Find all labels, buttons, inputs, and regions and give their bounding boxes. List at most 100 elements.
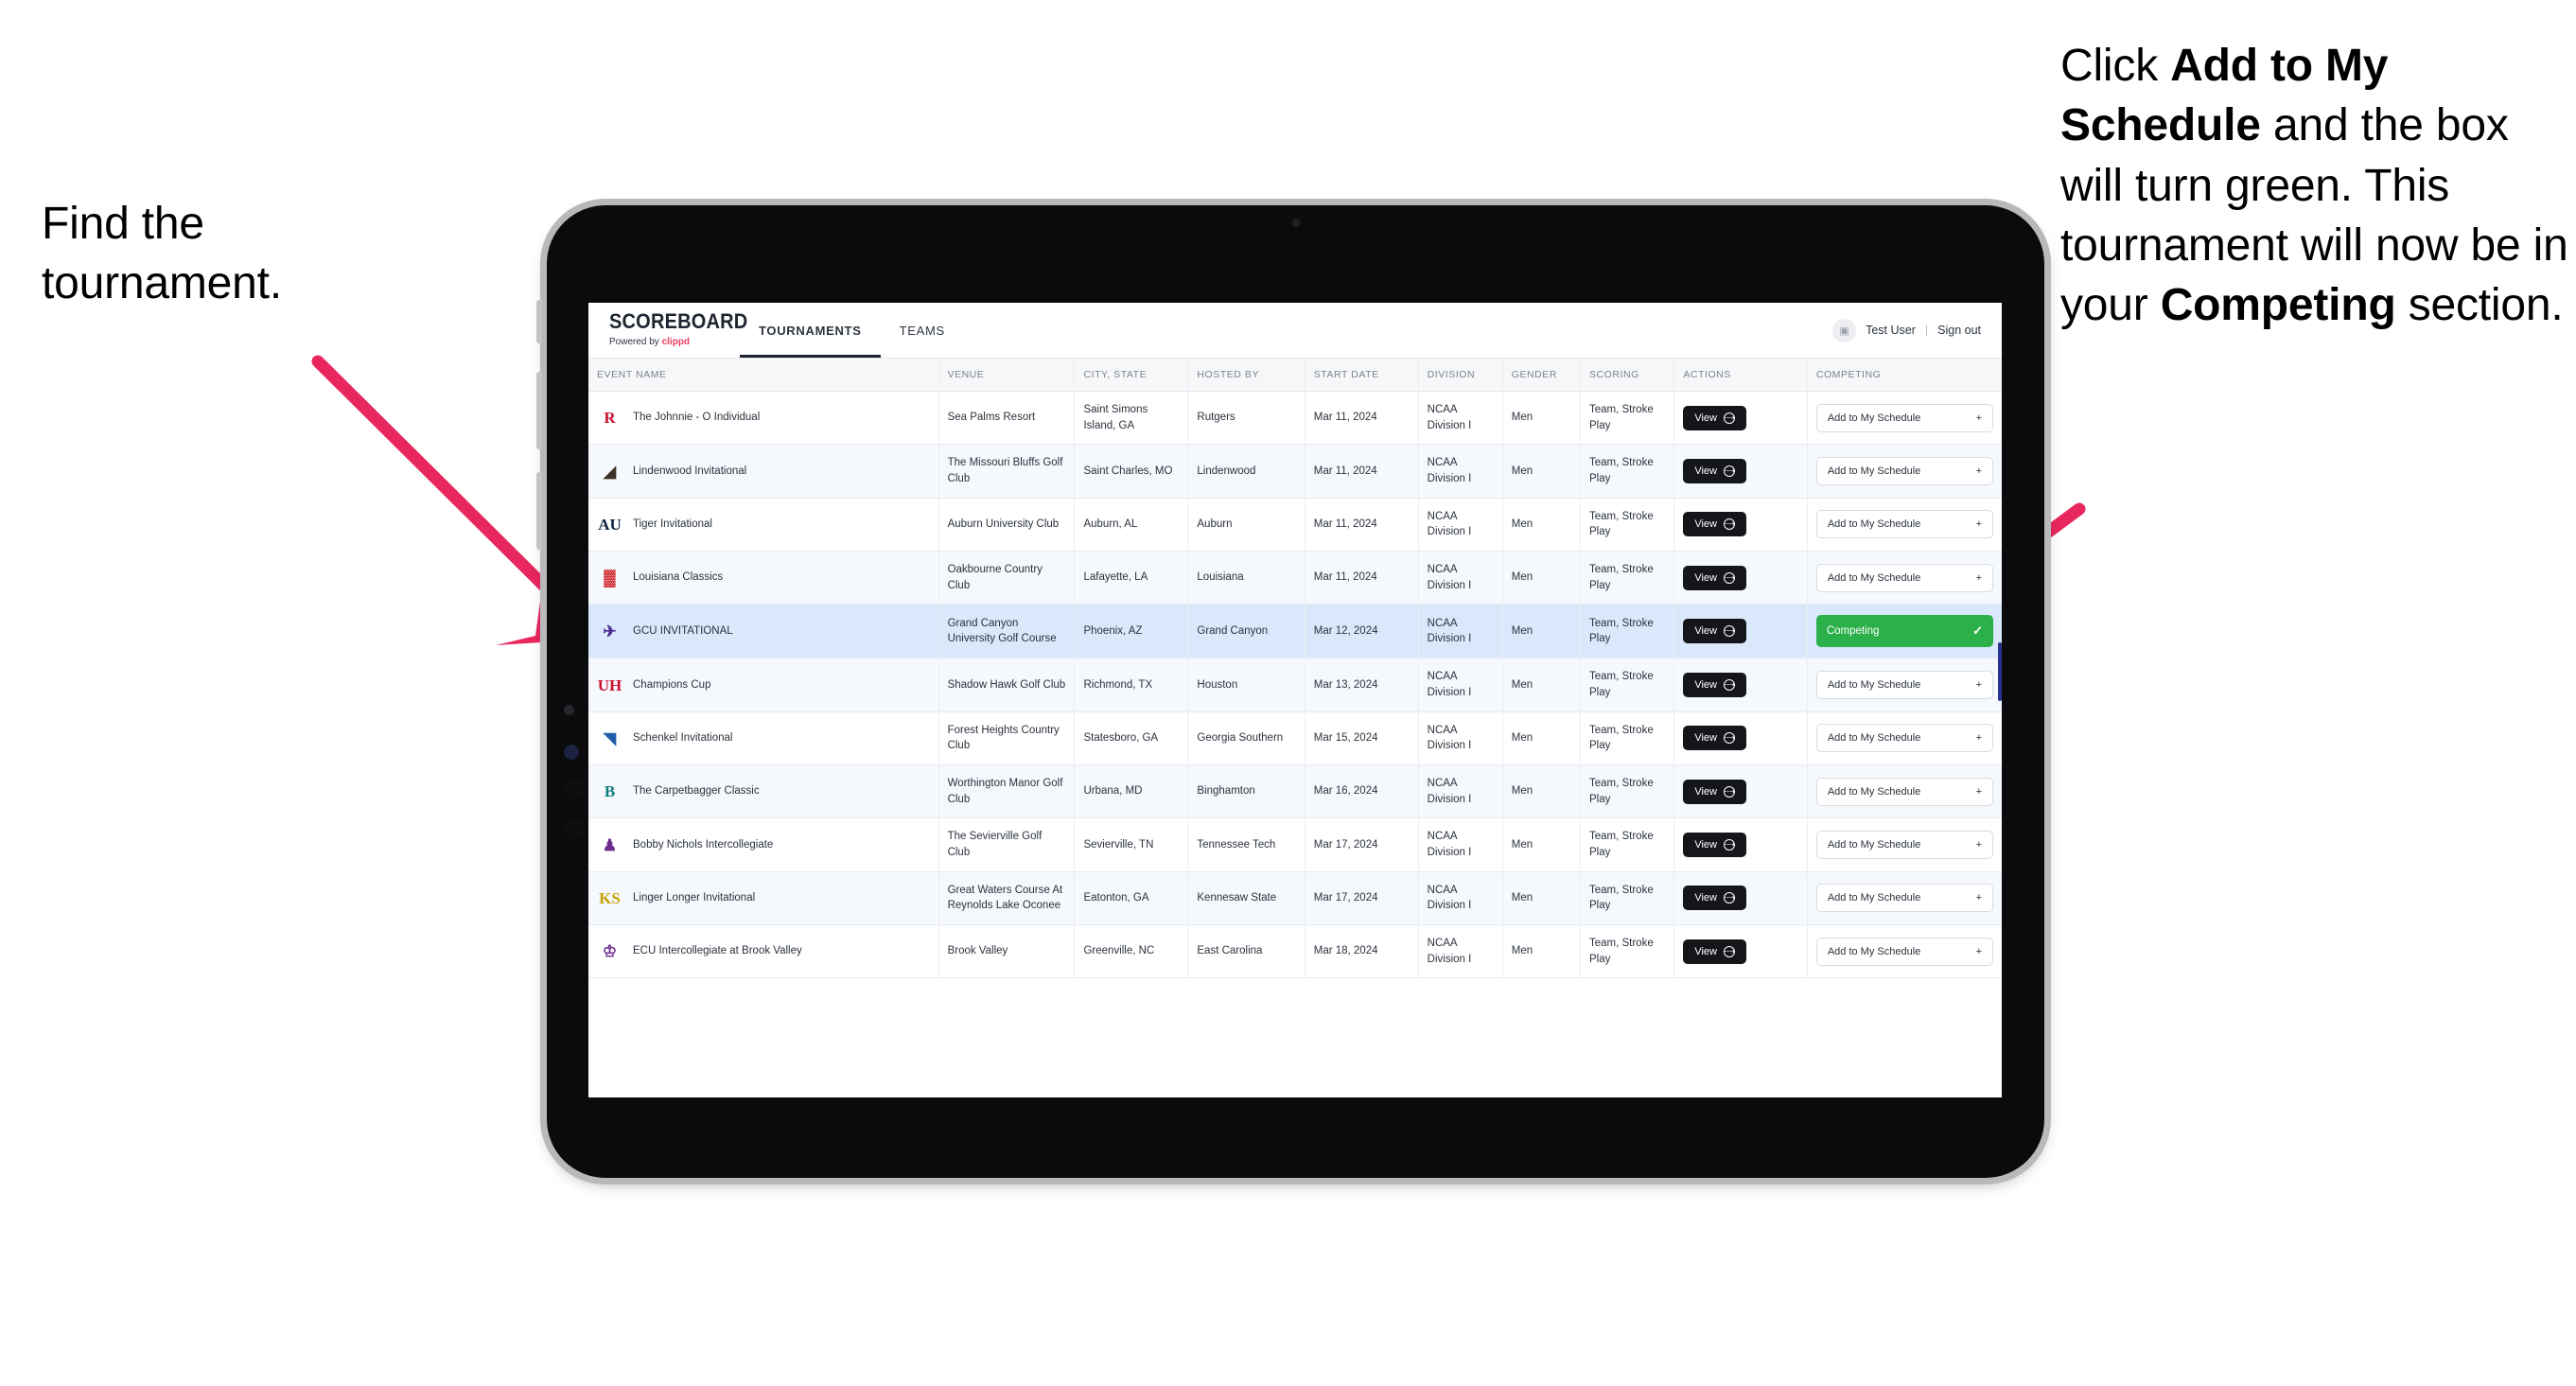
cell-division: NCAA Division I — [1418, 817, 1503, 872]
user-name[interactable]: Test User — [1866, 324, 1916, 337]
add-label: Add to My Schedule — [1827, 679, 1921, 692]
table-body: R The Johnnie - O Individual Sea Palms Res… — [588, 391, 2002, 979]
cell-gender: Men — [1502, 924, 1581, 979]
view-button[interactable]: View ⟶ — [1683, 939, 1746, 964]
cell-scoring: Team, Stroke Play — [1580, 604, 1675, 659]
cell-division: NCAA Division I — [1418, 764, 1503, 819]
event-name-text: Louisiana Classics — [633, 571, 724, 584]
table-row[interactable]: ♟ Bobby Nichols Intercollegiate The Sevier… — [588, 817, 2002, 872]
view-label: View — [1694, 679, 1717, 692]
add-to-my-schedule-button[interactable]: Add to My Schedule + — [1815, 671, 1993, 700]
event-name-text: Linger Longer Invitational — [633, 892, 756, 904]
view-button[interactable]: View ⟶ — [1683, 512, 1746, 537]
cell-actions: View ⟶ — [1674, 817, 1808, 872]
table-row[interactable]: AU Tiger Invitational Auburn University Cl… — [588, 498, 2002, 553]
plus-icon: + — [1975, 412, 1982, 424]
arrow-right-circle-icon: ⟶ — [1723, 518, 1735, 531]
app-header: SCOREBOARD Powered by clippd TOURNAMENTS… — [588, 303, 2002, 359]
view-button[interactable]: View ⟶ — [1683, 565, 1746, 590]
tournaments-table: EVENT NAME VENUE CITY, STATE HOSTED BY S… — [588, 359, 2002, 979]
cell-scoring: Team, Stroke Play — [1580, 658, 1675, 712]
power-button[interactable] — [536, 300, 542, 343]
cell-gender: Men — [1502, 391, 1581, 446]
team-logo-icon: ♔ — [602, 942, 618, 961]
col-header-division: DIVISION — [1418, 359, 1503, 392]
add-to-my-schedule-button[interactable]: Add to My Schedule + — [1815, 403, 1993, 432]
table-row[interactable]: ▓ Louisiana Classics Oakbourne Country Clu… — [588, 551, 2002, 605]
cell-scoring: Team, Stroke Play — [1580, 391, 1675, 446]
table-header: EVENT NAME VENUE CITY, STATE HOSTED BY S… — [588, 359, 2002, 392]
sign-out-link[interactable]: Sign out — [1937, 324, 1981, 337]
cell-event-name: R The Johnnie - O Individual — [588, 391, 939, 446]
cell-competing: Add to My Schedule + — [1807, 817, 2002, 872]
table-row[interactable]: ◢ Lindenwood Invitational The Missouri Blu… — [588, 444, 2002, 499]
table-row[interactable]: ◥ Schenkel Invitational Forest Heights Cou… — [588, 711, 2002, 766]
add-to-my-schedule-button[interactable]: Add to My Schedule + — [1815, 937, 1993, 966]
add-to-my-schedule-button[interactable]: Add to My Schedule + — [1815, 777, 1993, 806]
tournaments-table-container[interactable]: EVENT NAME VENUE CITY, STATE HOSTED BY S… — [588, 359, 2002, 1097]
view-button[interactable]: View ⟶ — [1683, 673, 1746, 698]
cell-division: NCAA Division I — [1418, 444, 1503, 499]
table-row[interactable]: ♔ ECU Intercollegiate at Brook Valley Broo… — [588, 924, 2002, 979]
col-header-scoring: SCORING — [1580, 359, 1675, 392]
add-label: Add to My Schedule — [1827, 518, 1921, 531]
table-row[interactable]: B The Carpetbagger Classic Worthington Man… — [588, 764, 2002, 819]
cell-actions: View ⟶ — [1674, 498, 1808, 553]
plus-icon: + — [1975, 571, 1982, 584]
view-label: View — [1694, 518, 1717, 531]
add-to-my-schedule-button[interactable]: Add to My Schedule + — [1815, 510, 1993, 539]
cell-city-state: Phoenix, AZ — [1074, 604, 1189, 659]
tab-teams[interactable]: TEAMS — [881, 303, 964, 358]
view-button[interactable]: View ⟶ — [1683, 619, 1746, 644]
add-to-my-schedule-button[interactable]: Add to My Schedule + — [1815, 724, 1993, 753]
view-button[interactable]: View ⟶ — [1683, 833, 1746, 858]
cell-city-state: Auburn, AL — [1074, 498, 1189, 553]
arrow-right-circle-icon: ⟶ — [1723, 839, 1735, 851]
view-button[interactable]: View ⟶ — [1683, 726, 1746, 751]
view-label: View — [1694, 412, 1717, 424]
add-to-my-schedule-button[interactable]: Add to My Schedule + — [1815, 563, 1993, 592]
team-logo-icon: R — [604, 409, 616, 428]
add-label: Add to My Schedule — [1827, 785, 1921, 798]
col-header-start-date: START DATE — [1305, 359, 1419, 392]
cell-gender: Men — [1502, 871, 1581, 926]
cell-start-date: Mar 11, 2024 — [1305, 444, 1419, 499]
table-row[interactable]: UH Champions Cup Shadow Hawk Golf Club Rich… — [588, 658, 2002, 712]
cell-actions: View ⟶ — [1674, 391, 1808, 446]
view-button[interactable]: View ⟶ — [1683, 886, 1746, 911]
front-camera-icon — [1291, 219, 1300, 227]
cell-venue: Grand Canyon University Golf Course — [938, 604, 1076, 659]
add-label: Add to My Schedule — [1827, 892, 1921, 904]
table-row[interactable]: ✈ GCU INVITATIONAL Grand Canyon University… — [588, 604, 2002, 659]
event-name-text: The Johnnie - O Individual — [633, 412, 761, 424]
add-to-my-schedule-button[interactable]: Add to My Schedule + — [1815, 831, 1993, 860]
cell-actions: View ⟶ — [1674, 604, 1808, 659]
tablet-screen: SCOREBOARD Powered by clippd TOURNAMENTS… — [588, 303, 2002, 1097]
add-to-my-schedule-button[interactable]: Add to My Schedule + — [1815, 884, 1993, 913]
competing-badge[interactable]: Competing ✓ — [1815, 615, 1993, 648]
arrow-right-circle-icon: ⟶ — [1723, 679, 1735, 692]
view-button[interactable]: View ⟶ — [1683, 405, 1746, 430]
cell-division: NCAA Division I — [1418, 551, 1503, 605]
cell-city-state: Richmond, TX — [1074, 658, 1189, 712]
tab-tournaments[interactable]: TOURNAMENTS — [740, 303, 881, 358]
table-row[interactable]: KS Linger Longer Invitational Great Waters… — [588, 871, 2002, 926]
arrow-right-circle-icon: ⟶ — [1723, 412, 1735, 424]
view-label: View — [1694, 839, 1717, 851]
vertical-scrollbar[interactable] — [1998, 642, 2002, 701]
cell-start-date: Mar 11, 2024 — [1305, 391, 1419, 446]
volume-down-button[interactable] — [536, 472, 542, 550]
table-row[interactable]: R The Johnnie - O Individual Sea Palms Res… — [588, 391, 2002, 446]
cell-actions: View ⟶ — [1674, 924, 1808, 979]
arrow-right-circle-icon: ⟶ — [1723, 785, 1735, 798]
cell-start-date: Mar 18, 2024 — [1305, 924, 1419, 979]
plus-icon: + — [1975, 785, 1982, 798]
view-button[interactable]: View ⟶ — [1683, 459, 1746, 484]
cell-actions: View ⟶ — [1674, 444, 1808, 499]
cell-scoring: Team, Stroke Play — [1580, 551, 1675, 605]
add-to-my-schedule-button[interactable]: Add to My Schedule + — [1815, 457, 1993, 486]
volume-up-button[interactable] — [536, 372, 542, 449]
view-label: View — [1694, 625, 1717, 638]
user-avatar-icon[interactable]: ▣ — [1832, 318, 1857, 342]
view-button[interactable]: View ⟶ — [1683, 779, 1746, 804]
